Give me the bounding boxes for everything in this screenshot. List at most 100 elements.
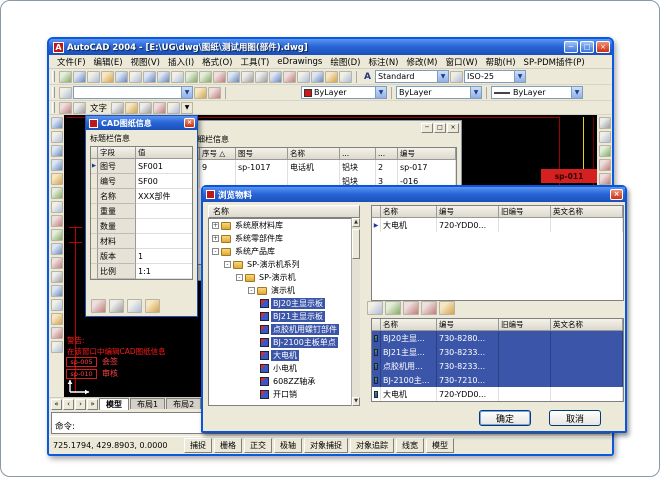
cad-info-row[interactable]: 比例1:1 [91, 264, 192, 279]
open-file-icon[interactable] [73, 71, 86, 83]
column-header[interactable]: 编号 [437, 206, 499, 218]
multiline-text-icon[interactable] [51, 341, 63, 353]
restore-icon[interactable]: □ [434, 123, 446, 133]
command-prompt[interactable]: 命令: [55, 420, 75, 432]
column-header[interactable]: 编号 [437, 319, 499, 331]
status-toggle[interactable]: 对象追踪 [350, 438, 394, 453]
copy-object-icon[interactable] [599, 131, 611, 143]
detail-table-icon[interactable] [125, 102, 138, 114]
expand-icon[interactable]: + [212, 235, 219, 242]
hatch-icon[interactable] [51, 313, 63, 325]
offset-icon[interactable] [599, 159, 611, 171]
menu-item[interactable]: 视图(V) [127, 56, 164, 68]
tab-prev-icon[interactable]: ‹ [63, 399, 74, 410]
menu-item[interactable]: 修改(M) [403, 56, 442, 68]
tree-node[interactable]: +系统原材料库 [209, 219, 359, 232]
column-header[interactable]: 编号 [398, 148, 456, 160]
column-header[interactable]: 名称 [381, 206, 437, 218]
tree-node[interactable]: 开口销 [209, 388, 359, 401]
match-properties-icon[interactable] [199, 71, 212, 83]
cad-info-row[interactable]: 材料 [91, 234, 192, 249]
cad-info-row[interactable]: 数量 [91, 219, 192, 234]
tree-node[interactable]: 点胶机用螺钉部件 [209, 323, 359, 336]
status-toggle[interactable]: 对象捕捉 [304, 438, 348, 453]
cad-info-row[interactable]: 编号SF00 [91, 174, 192, 189]
column-header[interactable]: 名称 [381, 319, 437, 331]
save-info-icon[interactable] [91, 299, 106, 313]
chevron-down-icon[interactable]: ▼ [470, 87, 481, 98]
polyline-icon[interactable] [51, 145, 63, 157]
cad-info-dialog[interactable]: CAD图纸信息 × 标题栏信息 字段 值 ▶图号SF001编号SF00名称XXX… [85, 115, 198, 317]
refresh-icon[interactable] [385, 301, 401, 315]
expand-icon[interactable]: + [212, 222, 219, 229]
menu-item[interactable]: eDrawings [273, 57, 326, 67]
zoom-window-icon[interactable] [283, 71, 296, 83]
close-icon[interactable]: × [184, 118, 195, 128]
zoom-previous-icon[interactable] [297, 71, 310, 83]
tree-node[interactable]: BJ-2100主板单点 [209, 336, 359, 349]
tree-node[interactable]: BJ21主显示板 [209, 310, 359, 323]
table-row[interactable]: 大电机720-YDD0... [372, 387, 623, 401]
ellipse-arc-icon[interactable] [51, 257, 63, 269]
layout-tab[interactable]: 布局1 [130, 398, 165, 409]
undo-icon[interactable] [213, 71, 226, 83]
settings-icon[interactable] [167, 102, 180, 114]
zoom-realtime-icon[interactable] [269, 71, 282, 83]
tab-first-icon[interactable]: « [51, 399, 62, 410]
toolbar-dropdown-icon[interactable]: ▼ [181, 102, 193, 114]
make-object-layer-current-icon[interactable] [194, 87, 207, 99]
ellipse-icon[interactable] [51, 243, 63, 255]
browse-title-bar[interactable]: 浏览物料 × [203, 187, 625, 202]
help-icon[interactable] [339, 71, 352, 83]
minimize-icon[interactable]: ─ [564, 41, 578, 53]
menu-item[interactable]: 格式(O) [198, 56, 236, 68]
arc-icon[interactable] [51, 187, 63, 199]
polygon-icon[interactable] [51, 159, 63, 171]
title-block-icon[interactable] [111, 102, 124, 114]
layer-previous-icon[interactable] [208, 87, 221, 99]
column-header[interactable]: 序号 △ [200, 148, 236, 160]
scrollbar-thumb[interactable] [352, 229, 360, 259]
region-icon[interactable] [51, 327, 63, 339]
chevron-down-icon[interactable]: ▼ [514, 71, 525, 82]
menu-item[interactable]: SP-PDM插件(P) [520, 56, 589, 68]
table-row[interactable]: BJ-2100主...730-7210... [372, 373, 623, 387]
table-row[interactable]: ▶大电机720-YDD0... [372, 218, 623, 232]
collapse-icon[interactable]: - [212, 248, 219, 255]
menu-item[interactable]: 标注(N) [365, 56, 403, 68]
table-row[interactable]: ▶9sp-1017电话机铝块2sp-017 [190, 160, 456, 174]
publish-icon[interactable] [129, 71, 142, 83]
new-file-icon[interactable] [59, 71, 72, 83]
browse-materials-dialog[interactable]: 浏览物料 × 名称 +系统原材料库+系统零部件库-系统产品库-SP-演示机系列-… [201, 185, 627, 433]
cad-info-table[interactable]: 字段 值 ▶图号SF001编号SF00名称XXX部件重量数量材料版本1比例1:1 [90, 146, 193, 280]
dim-style-combo[interactable]: ISO-25 ▼ [464, 70, 526, 83]
close-icon[interactable]: × [447, 123, 459, 133]
table-row[interactable]: BJ20主显...730-8280... [372, 331, 623, 345]
tab-next-icon[interactable]: › [75, 399, 86, 410]
status-toggle[interactable]: 正交 [244, 438, 272, 453]
advanced-search-icon[interactable] [439, 301, 455, 315]
column-header[interactable]: 英文名称 [551, 206, 623, 218]
table-row[interactable]: BJ21主显...730-8233... [372, 345, 623, 359]
field-value-cell[interactable] [136, 234, 192, 249]
paste-icon[interactable] [185, 71, 198, 83]
statistics-icon[interactable] [109, 299, 124, 313]
spline-icon[interactable] [51, 229, 63, 241]
tree-node[interactable]: 608ZZ轴承 [209, 375, 359, 388]
redo-icon[interactable] [227, 71, 240, 83]
export-icon[interactable] [367, 301, 383, 315]
browse-tree[interactable]: +系统原材料库+系统零部件库-系统产品库-SP-演示机系列-SP-演示机-演示机… [208, 218, 360, 406]
line-icon[interactable] [51, 117, 63, 129]
status-toggle[interactable]: 线宽 [396, 438, 424, 453]
layout-tab[interactable]: 布局2 [166, 398, 201, 409]
find-icon[interactable] [143, 71, 156, 83]
tree-header[interactable]: 名称 [208, 205, 360, 218]
properties-icon[interactable] [311, 71, 324, 83]
tree-node[interactable]: +系统零部件库 [209, 232, 359, 245]
chevron-down-icon[interactable]: ▼ [437, 71, 448, 82]
column-header[interactable]: 名称 [288, 148, 340, 160]
tree-node[interactable]: 小电机 [209, 362, 359, 375]
revision-cloud-icon[interactable] [51, 215, 63, 227]
status-toggle[interactable]: 模型 [426, 438, 454, 453]
tree-node[interactable]: -系统产品库 [209, 245, 359, 258]
